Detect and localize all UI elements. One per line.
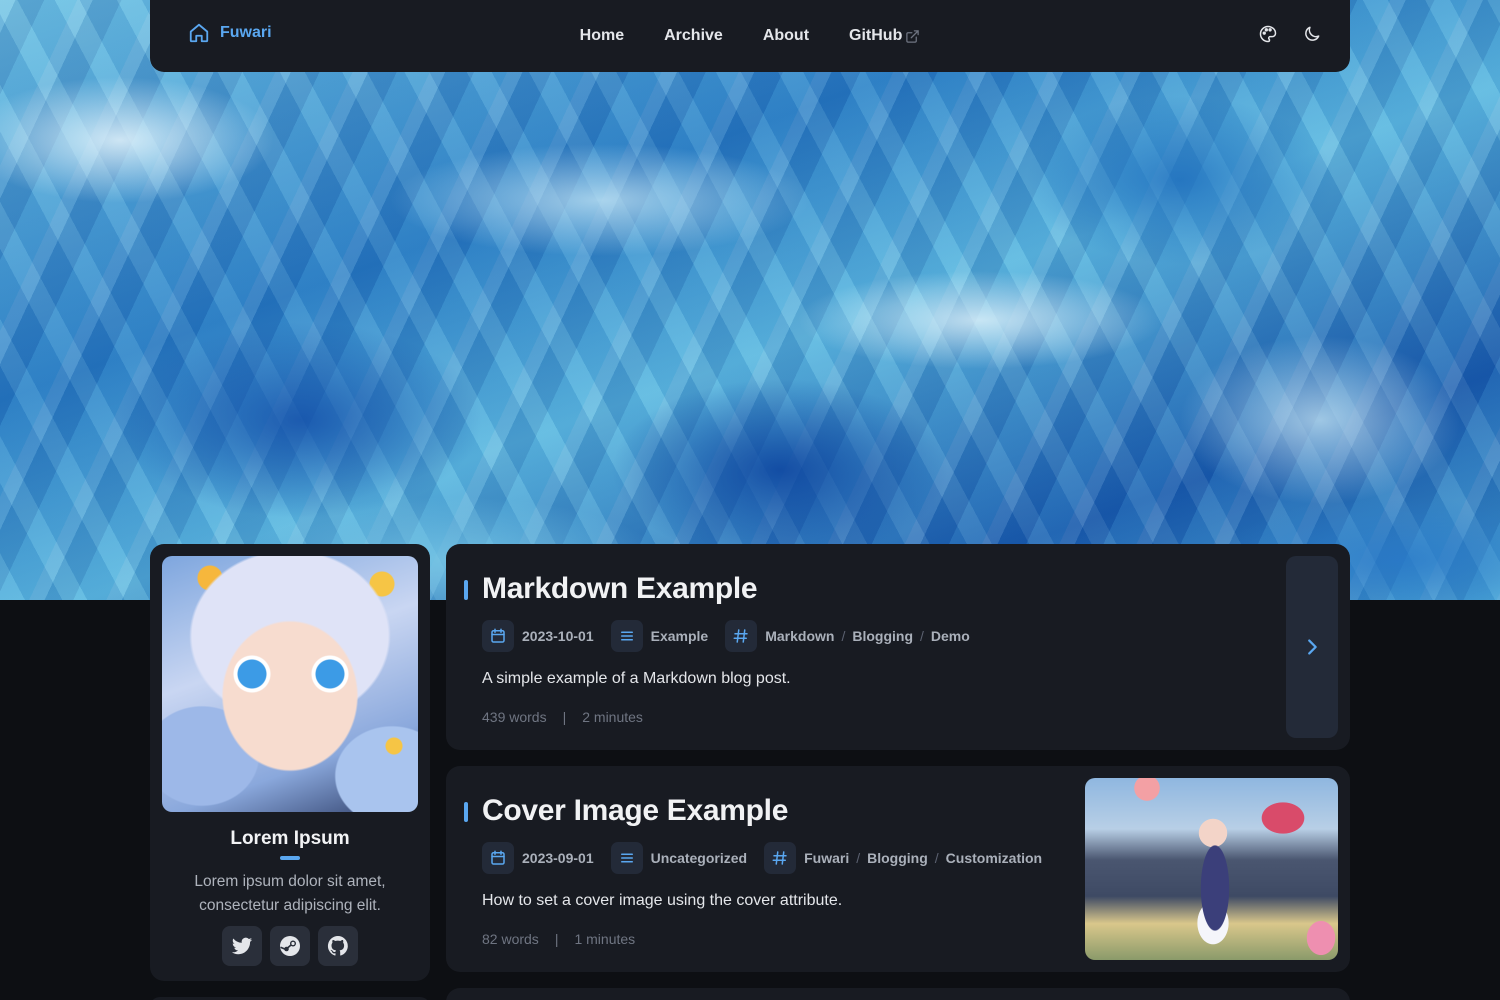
hashtag-icon (764, 842, 797, 874)
moon-icon[interactable] (1302, 24, 1322, 44)
post-stats: 439 words | 2 minutes (482, 709, 643, 725)
tag-link[interactable]: Fuwari (804, 850, 849, 866)
palette-icon[interactable] (1258, 24, 1278, 44)
post-tags: Markdown / Blogging / Demo (725, 620, 970, 652)
profile-card: Lorem Ipsum Lorem ipsum dolor sit amet, … (150, 544, 430, 981)
post-tags: Fuwari / Blogging / Customization (764, 842, 1042, 874)
social-links (222, 926, 358, 966)
profile-bio: Lorem ipsum dolor sit amet, consectetur … (194, 873, 386, 914)
brand-name: Fuwari (220, 24, 272, 41)
banner-image (0, 0, 1500, 600)
tag-link[interactable]: Customization (946, 850, 1042, 866)
hashtag-icon (725, 620, 758, 652)
post-category[interactable]: Example (610, 620, 709, 652)
home-icon (188, 22, 210, 44)
chevron-right-icon (1301, 636, 1323, 658)
navbar: Fuwari Home Archive About GitHub (150, 0, 1350, 72)
menu-icon (610, 620, 643, 652)
title-accent-bar (464, 580, 468, 600)
post-date: 2023-09-01 (482, 842, 594, 874)
steam-button[interactable] (270, 926, 310, 966)
nav-link-home[interactable]: Home (580, 27, 624, 45)
nav-link-label: About (762, 27, 810, 44)
post-cover-image[interactable] (1085, 778, 1338, 960)
word-count: 439 words (482, 709, 547, 725)
post-category-text: Uncategorized (650, 850, 748, 866)
post-meta: 2023-10-01 Example Markdown / Blogging /… (482, 620, 987, 652)
brand-link[interactable]: Fuwari (188, 22, 272, 44)
tag-link[interactable]: Markdown (765, 628, 834, 644)
calendar-icon (482, 620, 514, 652)
tag-separator: / (856, 850, 861, 866)
nav-link-label: GitHub (849, 27, 903, 44)
post-date-text: 2023-09-01 (522, 850, 594, 866)
open-post-button[interactable] (1286, 556, 1338, 738)
post-date-text: 2023-10-01 (522, 628, 594, 644)
profile-name: Lorem Ipsum (230, 828, 350, 849)
github-button[interactable] (318, 926, 358, 966)
post-category-text: Example (650, 628, 709, 644)
post-stats: 82 words | 1 minutes (482, 931, 635, 947)
post-description: A simple example of a Markdown blog post… (482, 670, 791, 687)
tag-link[interactable]: Blogging (867, 850, 928, 866)
read-time: 2 minutes (582, 709, 643, 725)
nav-links: Home Archive About GitHub (150, 0, 1350, 72)
menu-icon (610, 842, 643, 874)
steam-icon (278, 934, 302, 958)
tag-link[interactable]: Demo (931, 628, 970, 644)
post-card[interactable] (446, 988, 1350, 1000)
nav-link-label: Home (579, 27, 625, 44)
read-time: 1 minutes (574, 931, 636, 947)
github-icon (326, 934, 350, 958)
post-date: 2023-10-01 (482, 620, 594, 652)
nav-link-about[interactable]: About (763, 27, 809, 45)
post-category[interactable]: Uncategorized (610, 842, 748, 874)
post-card[interactable]: Markdown Example 2023-10-01 Example Mark… (446, 544, 1350, 750)
post-card[interactable]: Cover Image Example 2023-09-01 Uncategor… (446, 766, 1350, 972)
stats-separator: | (554, 931, 559, 947)
tag-separator: / (920, 628, 924, 644)
tag-separator: / (841, 628, 846, 644)
nav-actions (1258, 24, 1322, 44)
tag-link[interactable]: Blogging (852, 628, 913, 644)
word-count: 82 words (482, 931, 539, 947)
nav-link-github[interactable]: GitHub (849, 27, 920, 45)
nav-link-label: Archive (664, 27, 723, 44)
stats-separator: | (562, 709, 567, 725)
twitter-icon (231, 935, 253, 957)
nav-link-archive[interactable]: Archive (664, 27, 723, 45)
post-description: How to set a cover image using the cover… (482, 892, 843, 909)
name-underline (280, 856, 300, 860)
title-accent-bar (464, 802, 468, 822)
calendar-icon (482, 842, 514, 874)
post-title[interactable]: Cover Image Example (482, 794, 788, 828)
external-link-icon (905, 29, 920, 44)
avatar (162, 556, 418, 812)
twitter-button[interactable] (222, 926, 262, 966)
post-title[interactable]: Markdown Example (482, 572, 758, 606)
post-meta: 2023-09-01 Uncategorized Fuwari / Bloggi… (482, 842, 1059, 874)
tag-separator: / (934, 850, 939, 866)
